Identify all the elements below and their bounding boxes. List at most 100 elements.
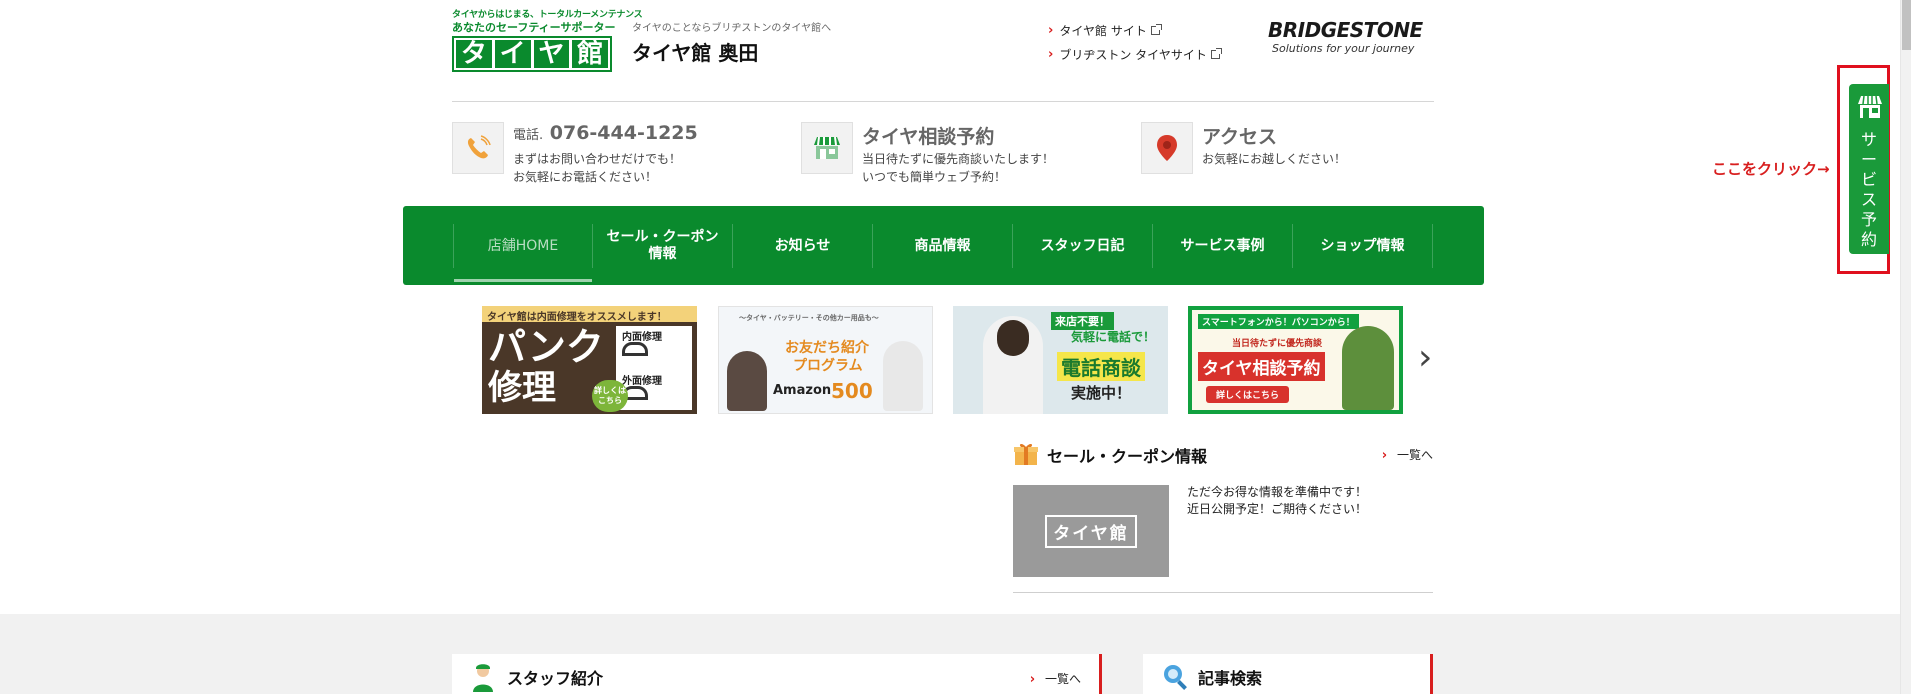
message-line: ただ今お得な情報を準備中です！ bbox=[1187, 485, 1368, 499]
reservation-title: タイヤ相談予約 bbox=[862, 126, 995, 148]
gift-icon bbox=[1014, 443, 1038, 465]
staff-intro-card: スタッフ紹介 › 一覧へ bbox=[452, 654, 1102, 694]
chevron-right-icon: › bbox=[1381, 448, 1388, 463]
external-window-icon bbox=[1150, 23, 1162, 35]
person-icon bbox=[883, 341, 923, 411]
banner-amount: 500 bbox=[831, 379, 873, 403]
phone-consultation-banner[interactable]: 来店不要！ 気軽に電話で！ 電話商談 実施中！ bbox=[953, 306, 1168, 414]
reservation-info[interactable]: タイヤ相談予約 当日待たずに優先商談いたします！ いつでも簡単ウェブ予約！ bbox=[801, 122, 1121, 188]
sale-message: ただ今お得な情報を準備中です！ 近日公開予定！ご期待ください！ bbox=[1187, 484, 1367, 518]
shop-icon bbox=[801, 122, 853, 174]
service-reservation-tab[interactable]: サービス予約 bbox=[1849, 84, 1889, 254]
access-description: お気軽にお越しください！ bbox=[1202, 152, 1347, 166]
phone-number[interactable]: 電話. 076-444-1225 bbox=[513, 122, 698, 144]
tire-reservation-banner[interactable]: スマートフォンから！パソコンから！ 当日待たずに優先商談 タイヤ相談予約 詳しく… bbox=[1188, 306, 1403, 414]
divider bbox=[1013, 592, 1433, 593]
nav-label: セール・クーポン 情報 bbox=[606, 229, 719, 262]
phone-info: 電話. 076-444-1225 まずはお問い合わせだけでも！ お気軽にお電話く… bbox=[452, 122, 782, 188]
logo-tagline-1: タイヤからはじまる、トータルカーメンテナンス bbox=[452, 10, 643, 20]
link-label: ブリヂストン タイヤサイト bbox=[1059, 47, 1207, 62]
logo-char: 館 bbox=[572, 40, 608, 68]
nav-news[interactable]: お知らせ bbox=[733, 224, 873, 268]
person-head bbox=[997, 320, 1029, 356]
banner-headline: 気軽に電話で！ bbox=[1071, 330, 1156, 344]
article-search-title: 記事検索 bbox=[1198, 669, 1263, 688]
sale-coupon-header: セール・クーポン情報 › 一覧へ bbox=[1013, 440, 1433, 470]
banner-headline: 〜タイヤ・バッテリー・その他カー用品も〜 bbox=[739, 314, 879, 322]
click-here-annotation: ここをクリック→ bbox=[1712, 160, 1830, 178]
banner-headline: スマートフォンから！パソコンから！ bbox=[1198, 314, 1359, 329]
banner-title: プログラム bbox=[793, 358, 863, 374]
article-search-card: 記事検索 bbox=[1143, 654, 1433, 694]
brand-name: BRIDGESTONE bbox=[1268, 18, 1423, 42]
sale-coupon-more-link[interactable]: › 一覧へ bbox=[1382, 446, 1433, 463]
banner-title: 電話商談 bbox=[1057, 352, 1145, 381]
search-icon bbox=[1164, 665, 1187, 690]
tab-label: サービス予約 bbox=[1860, 130, 1877, 249]
banner-label: Amazon bbox=[773, 383, 832, 398]
phone-description: まずはお問い合わせだけでも！ お気軽にお電話ください！ bbox=[513, 150, 681, 186]
main-nav: 店舗HOME セール・クーポン 情報 お知らせ 商品情報 スタッフ日記 サービス… bbox=[403, 206, 1484, 285]
logo-char: イ bbox=[494, 40, 531, 68]
taiyakan-site-link[interactable]: › タイヤ館 サイト bbox=[1048, 18, 1220, 42]
banner-headline: タイヤ館は内面修理をオススメします！ bbox=[482, 306, 697, 323]
person-icon bbox=[1342, 326, 1394, 410]
nav-service-cases[interactable]: サービス事例 bbox=[1153, 224, 1293, 268]
nav-products[interactable]: 商品情報 bbox=[873, 224, 1013, 268]
banner-label: 当日待たずに優先商談 bbox=[1232, 339, 1323, 349]
brand-slogan: Solutions for your journey bbox=[1272, 42, 1415, 55]
nav-sale-coupon[interactable]: セール・クーポン 情報 bbox=[593, 224, 733, 268]
access-title: アクセス bbox=[1202, 126, 1278, 148]
logo-char: タ bbox=[456, 40, 492, 68]
person-icon bbox=[727, 351, 767, 411]
scrollbar-thumb[interactable] bbox=[1902, 0, 1911, 50]
site-header: タイヤからはじまる、トータルカーメンテナンス あなたのセーフティーサポーター タ… bbox=[452, 10, 1434, 102]
store-subtitle: タイヤのことならブリヂストンのタイヤ館へ bbox=[632, 23, 832, 34]
desc-line: お気軽にお電話ください！ bbox=[513, 170, 658, 184]
map-pin-icon bbox=[1141, 122, 1193, 174]
link-label: タイヤ館 サイト bbox=[1059, 23, 1147, 38]
sale-placeholder-image[interactable]: タイヤ館 bbox=[1013, 485, 1169, 577]
nav-store-home[interactable]: 店舗HOME bbox=[453, 224, 593, 282]
phone-icon bbox=[452, 122, 504, 174]
logo-tagline-2: あなたのセーフティーサポーター bbox=[452, 21, 616, 34]
more-label: 一覧へ bbox=[1396, 448, 1433, 462]
banner-subtitle: 実施中！ bbox=[1071, 384, 1132, 402]
staff-intro-title: スタッフ紹介 bbox=[507, 669, 604, 688]
details-button: 詳しくはこちら bbox=[1206, 386, 1290, 403]
taiyakan-logo[interactable]: タイヤからはじまる、トータルカーメンテナンス あなたのセーフティーサポーター タ… bbox=[452, 10, 643, 76]
banner-label: 外面修理 bbox=[622, 376, 662, 387]
sale-coupon-title: セール・クーポン情報 bbox=[1047, 447, 1208, 466]
friend-referral-banner[interactable]: 〜タイヤ・バッテリー・その他カー用品も〜 お友だち紹介 プログラム Amazon… bbox=[718, 306, 933, 414]
reservation-description: 当日待たずに優先商談いたします！ いつでも簡単ウェブ予約！ bbox=[862, 150, 1054, 186]
store-name: タイヤ館 奥田 bbox=[632, 41, 759, 65]
page-scrollbar[interactable] bbox=[1900, 0, 1911, 694]
message-line: 近日公開予定！ご期待ください！ bbox=[1187, 502, 1368, 516]
chevron-right-icon: › bbox=[1029, 672, 1036, 687]
banner-title: 修理 bbox=[488, 368, 556, 408]
bridgestone-logo[interactable]: BRIDGESTONE Solutions for your journey bbox=[1268, 18, 1434, 55]
external-links: › タイヤ館 サイト › ブリヂストン タイヤサイト bbox=[1048, 18, 1222, 66]
external-window-icon bbox=[1210, 47, 1222, 59]
thumb-logo: タイヤ館 bbox=[1045, 514, 1137, 548]
nav-shop-info[interactable]: ショップ情報 bbox=[1293, 224, 1433, 268]
banner-label: 内面修理 bbox=[622, 332, 662, 343]
banner-title: タイヤ相談予約 bbox=[1198, 352, 1325, 381]
chevron-right-icon: › bbox=[1048, 22, 1054, 38]
phone-value: 076-444-1225 bbox=[549, 122, 698, 144]
phone-prefix: 電話. bbox=[513, 128, 544, 143]
slider-next-chevron-icon[interactable]: › bbox=[1418, 338, 1432, 378]
banner-title: パンク bbox=[488, 325, 604, 369]
logo-mark: タ イ ヤ 館 bbox=[452, 36, 612, 72]
staff-more-link[interactable]: › 一覧へ bbox=[1030, 670, 1081, 687]
access-info[interactable]: アクセス お気軽にお越しください！ bbox=[1141, 122, 1431, 188]
more-label: 一覧へ bbox=[1044, 672, 1081, 686]
desc-line: 当日待たずに優先商談いたします！ bbox=[862, 152, 1055, 166]
puncture-repair-banner[interactable]: タイヤ館は内面修理をオススメします！ パンク 修理 内面修理 外面修理 詳しくは… bbox=[482, 306, 697, 414]
desc-line: まずはお問い合わせだけでも！ bbox=[513, 152, 682, 166]
shop-icon bbox=[1858, 95, 1882, 118]
nav-staff-diary[interactable]: スタッフ日記 bbox=[1013, 224, 1153, 268]
chevron-right-icon: › bbox=[1048, 46, 1054, 62]
staff-icon bbox=[473, 664, 493, 692]
bridgestone-tire-site-link[interactable]: › ブリヂストン タイヤサイト bbox=[1048, 42, 1222, 66]
